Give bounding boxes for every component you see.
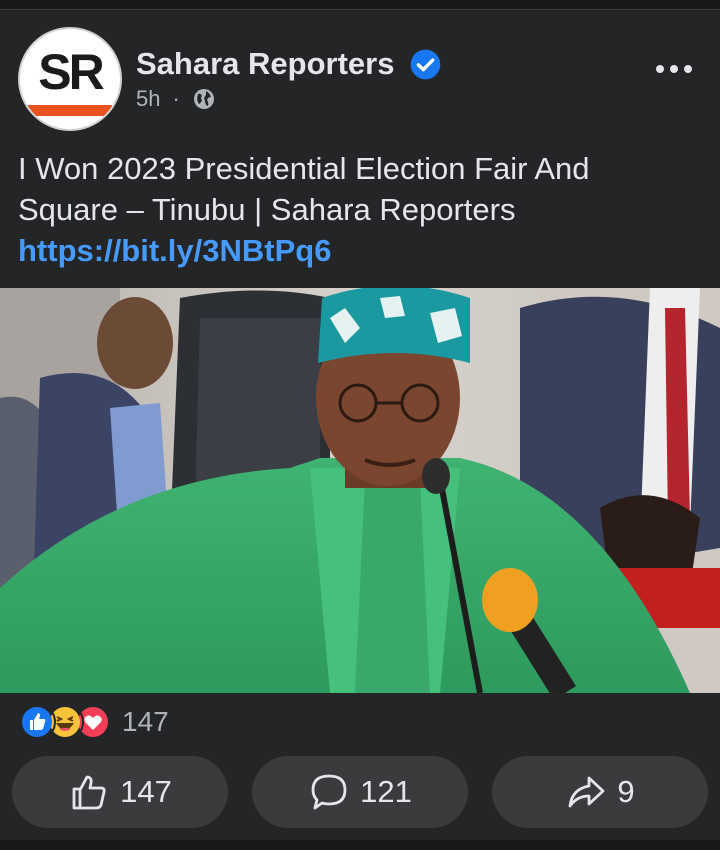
page-avatar[interactable]: SR: [18, 27, 122, 131]
post-actions: 147 121 9: [12, 756, 708, 828]
comment-icon: [311, 774, 347, 810]
comment-count: 121: [360, 774, 412, 809]
share-count: 9: [617, 774, 635, 809]
reaction-count: 147: [122, 706, 169, 737]
page-name[interactable]: Sahara Reporters: [136, 46, 394, 82]
comment-button[interactable]: 121: [252, 756, 468, 828]
post-header: SR Sahara Reporters 5h ·: [0, 10, 720, 140]
post-photo-image: [0, 288, 720, 693]
avatar-logo-bar: [28, 105, 112, 116]
share-button[interactable]: 9: [492, 756, 708, 828]
post-link[interactable]: https://bit.ly/3NBtPq6: [18, 233, 331, 268]
post-photo[interactable]: [0, 288, 720, 693]
post-text: I Won 2023 Presidential Election Fair An…: [18, 148, 698, 271]
top-divider: [0, 0, 720, 10]
avatar-logo-text: SR: [38, 44, 104, 100]
bottom-divider: [0, 840, 720, 850]
post-meta: 5h ·: [136, 86, 216, 112]
post-time[interactable]: 5h: [136, 86, 160, 112]
more-options-icon[interactable]: [654, 57, 694, 81]
reactions-summary[interactable]: 147: [18, 703, 169, 741]
globe-icon: [193, 89, 214, 109]
like-count: 147: [120, 774, 172, 809]
share-icon: [568, 776, 605, 808]
post-text-body: I Won 2023 Presidential Election Fair An…: [18, 151, 590, 227]
verified-badge-icon: [410, 49, 441, 80]
meta-separator: ·: [172, 86, 180, 111]
like-button[interactable]: 147: [12, 756, 228, 828]
like-icon: [72, 775, 106, 810]
like-reaction-icon: [18, 703, 56, 741]
